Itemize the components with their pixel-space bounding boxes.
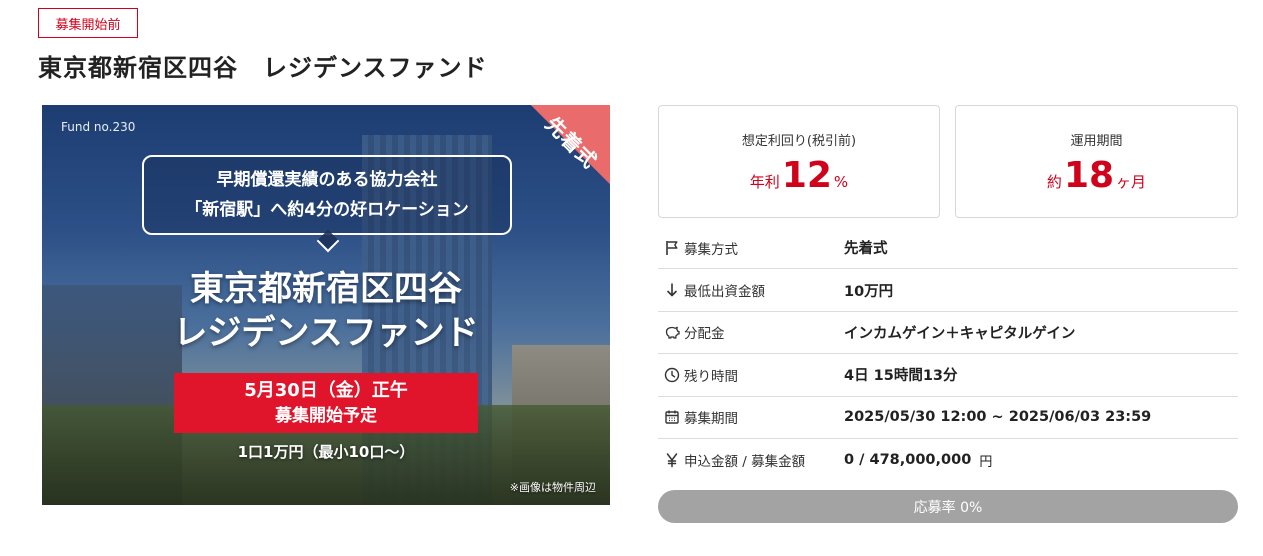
- piggy-bank-icon: [658, 324, 684, 340]
- detail-key: 募集方式: [684, 241, 738, 258]
- unit-note: 1口1万円（最小10口〜）: [237, 443, 415, 461]
- start-date: 5月30日（金）正午: [244, 380, 408, 401]
- page-title: 東京都新宿区四谷 レジデンスファンド: [38, 54, 488, 82]
- detail-row-remaining: 残り時間 4日 15時間13分: [658, 354, 1238, 397]
- term-card: 運用期間 約 18 ヶ月: [955, 105, 1238, 218]
- detail-row-distribution: 分配金 インカムゲイン＋キャピタルゲイン: [658, 312, 1238, 355]
- term-number: 18: [1063, 155, 1115, 196]
- yield-prefix: 年利: [749, 173, 780, 191]
- yield-value: 年利 12 %: [659, 155, 939, 196]
- arrow-down-icon: [658, 282, 684, 298]
- detail-row-amount: 申込金額 / 募集金額 0 / 478,000,000 円: [658, 439, 1238, 481]
- application-rate-label: 応募率 0%: [913, 499, 983, 516]
- yen-icon: [658, 452, 684, 468]
- detail-row-period: 募集期間 2025/05/30 12:00 ~ 2025/06/03 23:59: [658, 397, 1238, 439]
- start-date-caption: 募集開始予定: [275, 406, 377, 426]
- yield-card: 想定利回り(税引前) 年利 12 %: [658, 105, 940, 218]
- start-date-banner: 5月30日（金）正午 募集開始予定: [174, 373, 478, 433]
- yield-number: 12: [781, 155, 832, 196]
- hero-title-line-1: 東京都新宿区四谷: [190, 269, 462, 309]
- calendar-icon: [658, 409, 684, 425]
- detail-value: 4日 15時間13分: [844, 368, 958, 385]
- fund-hero-image: Fund no.230 先着式 早期償還実績のある協力会社 「新宿駅」へ約4分の…: [42, 105, 610, 505]
- detail-key: 申込金額 / 募集金額: [684, 454, 806, 471]
- detail-value: 10万円: [844, 283, 894, 300]
- bubble-line-1: 早期償還実績のある協力会社: [216, 170, 438, 190]
- term-value: 約 18 ヶ月: [956, 155, 1237, 196]
- detail-row-minimum: 最低出資金額 10万円: [658, 269, 1238, 312]
- yield-label: 想定利回り(税引前): [741, 134, 857, 149]
- status-badge: 募集開始前: [38, 8, 138, 38]
- detail-value: 0 / 478,000,000: [844, 452, 972, 469]
- term-prefix: 約: [1046, 173, 1062, 191]
- hero-title-line-2: レジデンスファンド: [173, 313, 479, 353]
- term-label: 運用期間: [1070, 134, 1123, 149]
- yield-suffix: %: [833, 173, 849, 191]
- detail-key: 募集期間: [684, 411, 738, 428]
- detail-value: 2025/05/30 12:00 ~ 2025/06/03 23:59: [844, 409, 1152, 426]
- fund-number: Fund no.230: [61, 120, 136, 134]
- detail-unit: 円: [979, 454, 993, 470]
- flag-icon: [658, 240, 684, 256]
- detail-key: 分配金: [684, 326, 725, 343]
- bubble-line-2: 「新宿駅」へ約4分の好ロケーション: [185, 200, 469, 220]
- detail-row-method: 募集方式 先着式: [658, 227, 1238, 270]
- detail-key: 最低出資金額: [684, 284, 765, 301]
- clock-icon: [658, 367, 684, 383]
- hero-title: 東京都新宿区四谷 レジデンスファンド: [42, 267, 610, 355]
- detail-key: 残り時間: [684, 368, 738, 385]
- fund-details: 募集方式 先着式 最低出資金額 10万円 分配金 インカムゲイン＋キャピタルゲイ…: [658, 227, 1238, 481]
- application-rate-bar: 応募率 0%: [658, 490, 1238, 523]
- term-suffix: ヶ月: [1116, 173, 1147, 191]
- detail-value: 先着式: [844, 241, 888, 258]
- photo-note: ※画像は物件周辺: [509, 481, 596, 494]
- speech-bubble: 早期償還実績のある協力会社 「新宿駅」へ約4分の好ロケーション: [142, 155, 512, 235]
- detail-value: インカムゲイン＋キャピタルゲイン: [844, 325, 1076, 342]
